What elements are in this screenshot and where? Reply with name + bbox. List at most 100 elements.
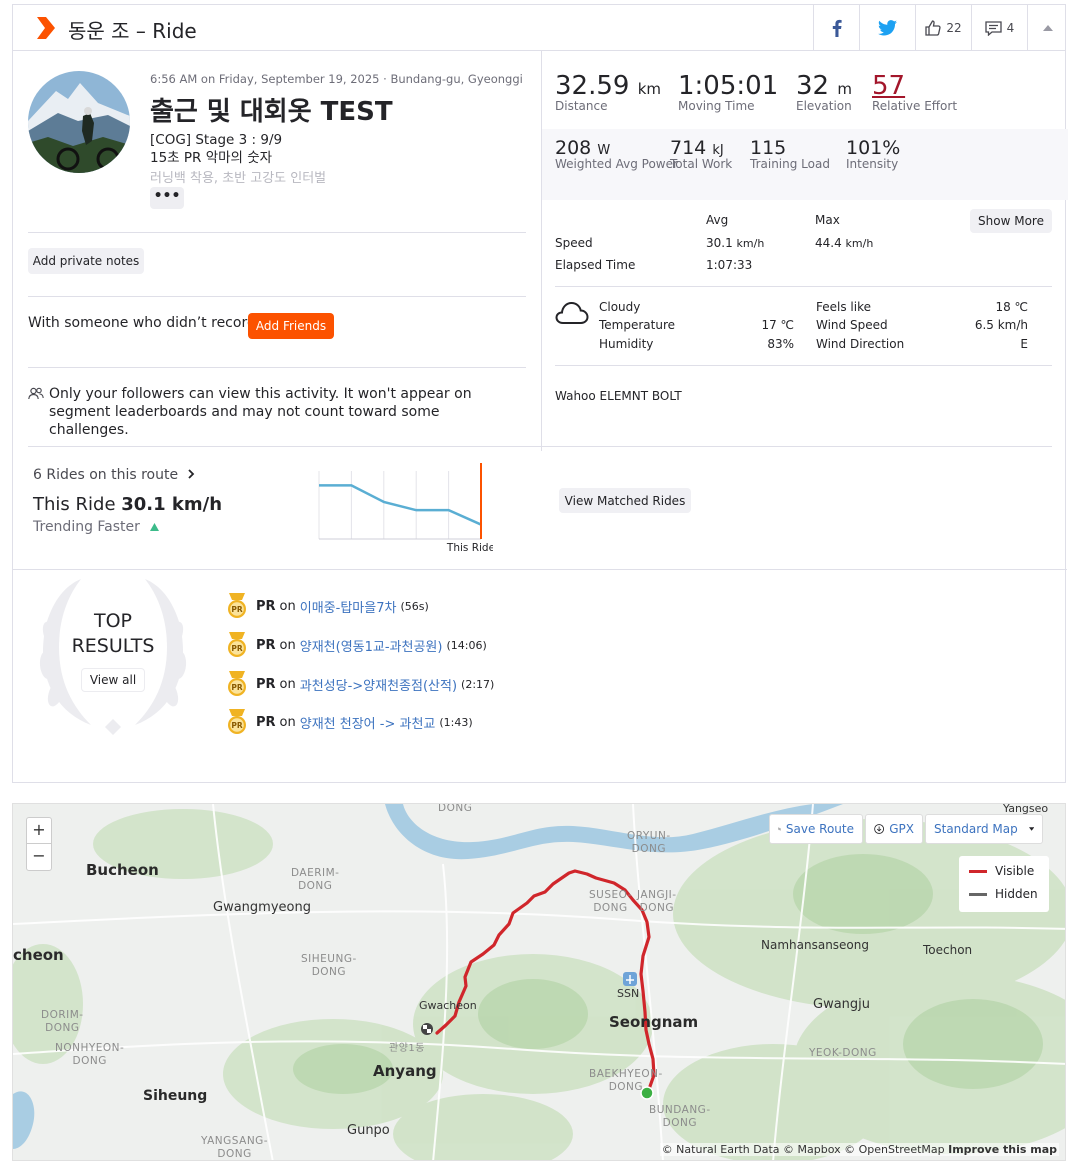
save-route-label: Save Route <box>785 822 854 836</box>
chevron-right-icon <box>187 469 194 479</box>
map-label: NONHYEON- DONG <box>55 1042 125 1067</box>
divider <box>28 232 526 233</box>
map-label: Gunpo <box>347 1123 390 1138</box>
weather-label: Wind Direction <box>816 337 905 351</box>
segment-time: (2:17) <box>461 677 495 691</box>
map-label: cheon <box>13 946 64 964</box>
stat-value: 32.59 <box>555 71 630 101</box>
pr-label: PR <box>256 598 276 614</box>
thumbs-up-icon <box>925 20 941 36</box>
top-results-title: RESULTS <box>71 635 155 657</box>
pr-on: on <box>279 676 296 692</box>
zoom-out-button[interactable]: − <box>27 844 51 870</box>
twitter-icon <box>878 20 897 36</box>
view-matched-rides-button[interactable]: View Matched Rides <box>559 488 691 513</box>
stat-training-load: 115 Training Load <box>750 137 830 172</box>
weather-value: 83% <box>767 337 794 351</box>
stat-elevation: 32 m Elevation <box>796 71 852 113</box>
detail-label: Speed <box>555 236 593 250</box>
this-ride-speed: This Ride 30.1 km/h <box>33 494 223 515</box>
stat-unit: km <box>637 80 662 98</box>
activity-name: 출근 및 대회옷 TEST <box>150 97 393 127</box>
map-label: ORYUN- DONG <box>627 830 671 855</box>
route-map[interactable]: DONG Yangseo ORYUN- DONG Bucheon DAERIM-… <box>12 803 1066 1161</box>
with-someone-text: With someone who didn’t record? <box>28 315 264 331</box>
trend-text: Trending Faster <box>33 519 160 535</box>
weather-condition: Cloudy <box>599 300 641 314</box>
show-more-button[interactable]: Show More <box>970 209 1052 233</box>
stat-total-work: 714 kJ Total Work <box>670 137 732 172</box>
pr-label: PR <box>256 714 276 730</box>
weather-label: Humidity <box>599 337 654 351</box>
divider <box>28 446 1052 447</box>
pr-result: PR PR on 이매중-탑마을7차 (56s) <box>226 593 429 619</box>
stat-relative-effort[interactable]: 57 Relative Effort <box>872 71 957 113</box>
relative-effort-value[interactable]: 57 <box>872 71 905 101</box>
weather-value: 18 ℃ <box>995 300 1028 314</box>
athlete-avatar[interactable] <box>28 71 130 173</box>
facebook-share-button[interactable] <box>813 5 859 51</box>
legend-visible[interactable]: Visible <box>969 864 1034 878</box>
pr-medal-icon: PR <box>228 632 246 657</box>
save-route-button[interactable]: Save Route <box>769 814 863 844</box>
gpx-button[interactable]: GPX <box>865 814 923 844</box>
detail-max: 44.4 km/h <box>815 236 874 250</box>
view-all-button[interactable]: View all <box>81 668 145 692</box>
segment-link[interactable]: 양재천(영동1교-과천공원) <box>300 636 443 655</box>
pr-on: on <box>279 598 296 614</box>
stat-weighted-power: 208 W Weighted Avg Power <box>555 137 678 172</box>
segment-link[interactable]: 양재천 천장어 -> 과천교 <box>300 713 436 732</box>
more-options-button[interactable]: ••• <box>150 187 184 209</box>
stat-value: 115 <box>750 137 787 159</box>
caret-up-icon <box>1042 25 1053 31</box>
segment-time: (14:06) <box>446 638 487 652</box>
svg-text:PR: PR <box>231 605 242 614</box>
legend-hidden[interactable]: Hidden <box>969 887 1038 901</box>
activity-header: 동운 조 – Ride 22 4 <box>13 5 1065 51</box>
stat-value: 714 <box>670 137 707 159</box>
matched-rides-chart: This Ride <box>318 463 493 554</box>
activity-meta: 6:56 AM on Friday, September 19, 2025 · … <box>150 72 523 86</box>
weather-value: 6.5 km/h <box>974 318 1028 332</box>
kudos-button[interactable]: 22 <box>915 5 971 51</box>
zoom-controls: + − <box>26 817 52 871</box>
add-friends-button[interactable]: Add Friends <box>248 313 334 339</box>
map-style-select[interactable]: Standard Map <box>925 814 1043 844</box>
improve-map-link[interactable]: Improve this map <box>948 1143 1057 1156</box>
comments-button[interactable]: 4 <box>971 5 1027 51</box>
add-private-notes-button[interactable]: Add private notes <box>28 248 144 274</box>
top-results-badge: TOP RESULTS View all <box>31 575 195 739</box>
chart-this-ride-label: This Ride <box>446 542 493 554</box>
segment-link[interactable]: 과천성당->양재천종점(산적) <box>300 675 457 694</box>
gpx-label: GPX <box>889 822 914 836</box>
weather-label: Wind Speed <box>816 318 888 332</box>
kudos-count: 22 <box>946 21 962 35</box>
zoom-in-button[interactable]: + <box>27 818 51 844</box>
stat-label: Distance <box>555 99 608 113</box>
pr-result: PR PR on 양재천 천장어 -> 과천교 (1:43) <box>226 709 473 735</box>
stat-distance: 32.59 km Distance <box>555 71 661 113</box>
route-finish-marker <box>421 1023 433 1035</box>
weather-label: Temperature <box>599 318 676 332</box>
stat-unit: m <box>837 80 852 98</box>
map-attribution: © Natural Earth Data © Mapbox © OpenStre… <box>659 1143 1059 1156</box>
route-icon <box>778 827 781 831</box>
detail-label: Elapsed Time <box>555 258 636 272</box>
stat-value: 208 <box>555 137 592 159</box>
map-label: YANGSANG- DONG <box>201 1135 269 1160</box>
collapse-button[interactable] <box>1027 5 1067 51</box>
facebook-icon <box>832 19 842 37</box>
comments-count: 4 <box>1006 21 1015 35</box>
weather-value: 17 ℃ <box>761 318 794 332</box>
matched-rides-link[interactable]: 6 Rides on this route <box>33 467 195 483</box>
column-max: Max <box>815 213 840 227</box>
pr-medal-icon: PR <box>228 709 246 734</box>
twitter-share-button[interactable] <box>859 5 915 51</box>
segment-link[interactable]: 이매중-탑마을7차 <box>300 597 397 616</box>
stat-intensity: 101% Intensity <box>846 137 900 172</box>
stat-value: 32 <box>796 71 830 101</box>
stat-label: Total Work <box>670 157 733 171</box>
stat-unit: W <box>597 143 611 158</box>
pr-result: PR PR on 양재천(영동1교-과천공원) (14:06) <box>226 632 487 658</box>
map-label: Anyang <box>373 1062 437 1080</box>
